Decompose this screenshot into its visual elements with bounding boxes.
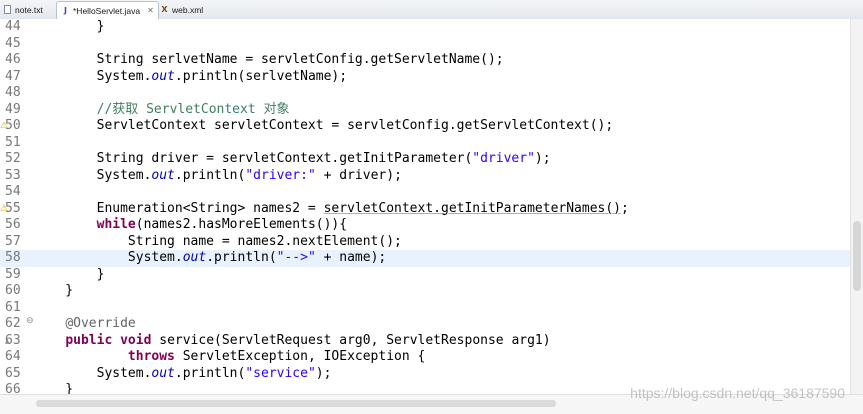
tab-web-xml[interactable]: X web.xml	[160, 1, 203, 18]
code-line[interactable]: 61	[0, 300, 850, 317]
line-code: while(names2.hasMoreElements()){	[96, 217, 348, 232]
code-line[interactable]: 49 //获取 ServletContext 对象	[0, 102, 850, 119]
code-line[interactable]: 59 }	[0, 267, 850, 284]
line-code: String serlvetName = servletConfig.getSe…	[34, 52, 504, 67]
line-number: 61	[5, 299, 21, 315]
horizontal-scroll-thumb[interactable]	[36, 400, 556, 407]
line-number: 57	[5, 233, 21, 249]
code-line[interactable]: 47 System.out.println(serlvetName);	[0, 69, 850, 86]
line-number: 59	[5, 266, 21, 282]
line-number: 50	[5, 118, 21, 133]
line-number: 51	[5, 134, 21, 150]
line-code: System.out.println("-->" + name);	[34, 250, 387, 265]
line-code: //获取 ServletContext 对象	[34, 101, 290, 117]
line-number: 52	[5, 151, 21, 166]
code-line[interactable]: 60 }	[0, 283, 850, 300]
line-code: }	[34, 266, 105, 282]
code-line[interactable]: 58 System.out.println("-->" + name);	[0, 250, 850, 267]
code-line[interactable]: 44 }	[0, 19, 850, 36]
line-number: 60	[5, 283, 21, 298]
tab-label: note.txt	[15, 4, 43, 15]
vertical-scroll-thumb[interactable]	[853, 221, 861, 291]
line-code: @Override	[65, 316, 136, 331]
line-number: 58	[5, 250, 21, 265]
code-line[interactable]: 50 ⚠ ServletContext servletContext = serv…	[0, 118, 850, 135]
line-number: 44	[5, 19, 21, 34]
line-code: ServletContext servletContext = servletC…	[34, 118, 614, 133]
code-line[interactable]: 63 ▲ public void service(ServletRequest a…	[0, 333, 850, 350]
code-line[interactable]: 54	[0, 184, 850, 201]
line-number: 56	[5, 217, 21, 232]
line-code: }	[34, 19, 105, 34]
line-code: System.out.println("driver:" + driver);	[34, 167, 402, 183]
tab-note-txt[interactable]: note.txt	[4, 1, 43, 18]
code-line[interactable]: 57 String name = names2.nextElement();	[0, 234, 850, 251]
line-number: 48	[5, 85, 21, 100]
fold-collapse-icon[interactable]: ⊖	[26, 316, 34, 326]
line-code: public void service(ServletRequest arg0,…	[65, 332, 551, 348]
code-line[interactable]: 48	[0, 85, 850, 102]
vertical-scrollbar[interactable]	[850, 19, 863, 394]
line-number: 49	[5, 101, 21, 117]
code-line[interactable]: 46 String serlvetName = servletConfig.ge…	[0, 52, 850, 69]
line-code: String name = names2.nextElement();	[34, 233, 402, 249]
line-code: }	[34, 283, 74, 298]
warning-marker-icon[interactable]: ⚠	[0, 121, 8, 131]
line-code: Enumeration<String> names2 = servletCont…	[34, 200, 629, 216]
xml-file-icon: X	[161, 5, 168, 14]
line-number: 55	[5, 200, 21, 216]
code-line[interactable]: 52 String driver = servletContext.getIni…	[0, 151, 850, 168]
line-number: 65	[5, 365, 21, 381]
watermark: https://blog.csdn.net/qq_36187590	[630, 385, 845, 401]
line-code: String driver = servletContext.getInitPa…	[34, 151, 551, 166]
line-number: 53	[5, 167, 21, 183]
code-line[interactable]: 51	[0, 135, 850, 152]
code-line[interactable]: 65 System.out.println("service");	[0, 366, 850, 383]
code-line[interactable]: 45	[0, 36, 850, 53]
line-code: throws ServletException, IOException {	[127, 349, 426, 364]
line-number: 47	[5, 68, 21, 84]
tab-helloservlet-java[interactable]: J *HelloServlet.java ✕	[56, 1, 159, 19]
line-code: System.out.println("service");	[34, 365, 332, 381]
code-editor[interactable]: 44 } 45 46 String serlvetName = servletCon…	[0, 19, 850, 397]
tab-label: web.xml	[172, 4, 204, 15]
code-line[interactable]: 56 while(names2.hasMoreElements()){	[0, 217, 850, 234]
close-tab-icon[interactable]: ✕	[147, 6, 154, 15]
java-file-icon: J	[64, 6, 67, 15]
line-number: 46	[5, 52, 21, 67]
override-marker-icon[interactable]: ▲	[5, 338, 12, 348]
line-number: 64	[5, 349, 21, 364]
editor-tab-bar: note.txt J *HelloServlet.java ✕ X web.xm…	[0, 0, 863, 20]
line-number: 54	[5, 184, 21, 199]
code-line[interactable]: 62 ⊖ @Override	[0, 316, 850, 333]
line-code: System.out.println(serlvetName);	[34, 68, 348, 84]
code-line[interactable]: 64 throws ServletException, IOException …	[0, 349, 850, 366]
line-number: 45	[5, 35, 21, 51]
text-file-icon	[4, 5, 11, 14]
code-line[interactable]: 55 ⚠ Enumeration<String> names2 = servlet…	[0, 201, 850, 218]
tab-label: *HelloServlet.java	[73, 5, 141, 16]
code-line[interactable]: 53 System.out.println("driver:" + driver…	[0, 168, 850, 185]
warning-marker-icon[interactable]: ⚠	[0, 204, 8, 214]
